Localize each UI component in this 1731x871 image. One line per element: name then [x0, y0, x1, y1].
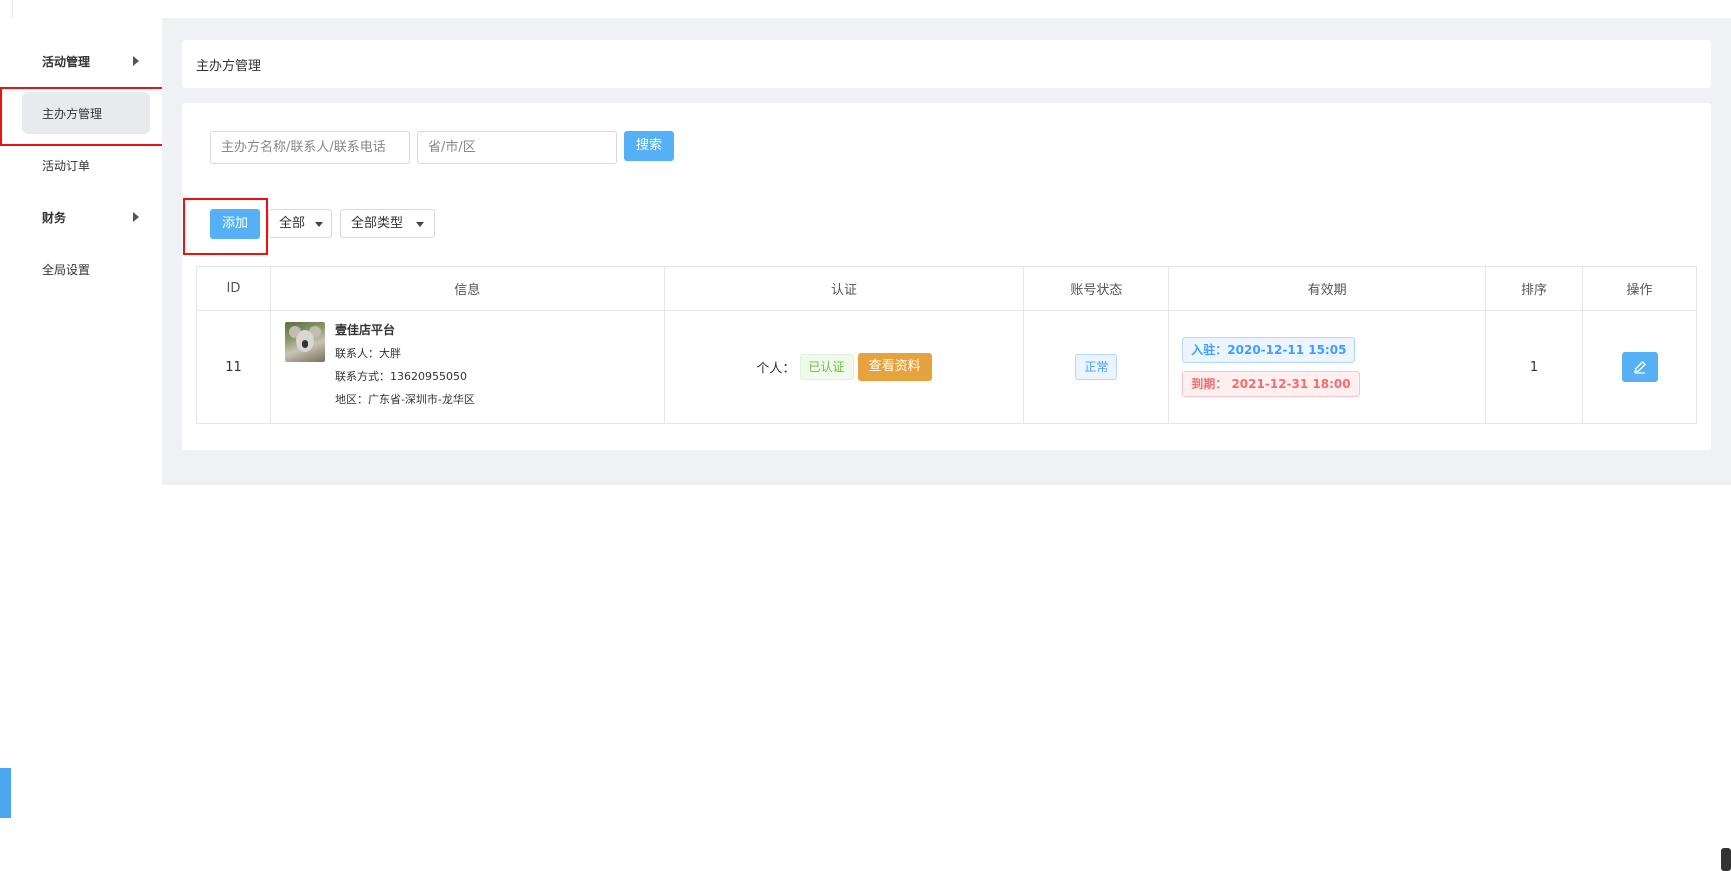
edit-button[interactable] — [1621, 352, 1658, 382]
column-header: ID — [196, 266, 271, 311]
caret-down-icon — [315, 222, 323, 227]
column-header: 账号状态 — [1023, 266, 1170, 311]
view-profile-button[interactable]: 查看资料 — [857, 353, 932, 381]
organizer-region: 地区：广东省-深圳市-龙华区 — [334, 393, 475, 406]
koala-avatar — [284, 322, 325, 362]
status-filter-value: 全部 — [279, 216, 306, 231]
cell-actions — [1582, 310, 1697, 424]
search-keyword-input[interactable]: 主办方名称/联系人/联系电话 — [210, 131, 410, 164]
header-card — [182, 40, 1711, 88]
search-button[interactable]: 搜索 — [624, 131, 674, 161]
highlight-box-add — [183, 198, 268, 255]
cert-type-label: 个人： — [756, 361, 796, 377]
table-row: 11 壹佳店平台 联系人：大胖 联系方式：13620955050 地区：广东省-… — [196, 310, 1697, 424]
region-input[interactable]: 省/市/区 — [417, 131, 617, 164]
page-title: 主办方管理 — [196, 59, 262, 74]
column-header: 信息 — [269, 266, 665, 311]
type-filter-value: 全部类型 — [351, 216, 404, 231]
status-filter-dropdown[interactable]: 全部 — [268, 209, 332, 238]
organizer-contact: 联系人：大胖 — [334, 347, 401, 360]
column-header: 有效期 — [1168, 266, 1487, 311]
sidebar-item-activity-management[interactable]: 活动管理 — [42, 53, 90, 70]
chevron-right-icon — [133, 212, 139, 222]
floating-side-tab[interactable] — [0, 768, 11, 818]
column-header: 排序 — [1485, 266, 1583, 311]
column-header: 认证 — [663, 266, 1025, 311]
organizer-name: 壹佳店平台 — [334, 323, 395, 337]
edit-icon — [1633, 361, 1646, 374]
caret-down-icon — [416, 222, 424, 227]
table-header-row: ID 信息 认证 账号状态 有效期 排序 操作 — [196, 266, 1697, 311]
highlight-box-sidebar — [0, 87, 183, 146]
chevron-right-icon — [133, 56, 139, 66]
cell-validity: 入驻：2020-12-11 15:05 到期： 2021-12-31 18:00 — [1168, 310, 1487, 424]
organizer-table: ID 信息 认证 账号状态 有效期 排序 操作 11 壹佳店平台 联系人：大胖 … — [196, 266, 1697, 424]
certified-badge: 已认证 — [799, 354, 854, 380]
cell-id: 11 — [196, 310, 271, 424]
sidebar-item-activity-orders[interactable]: 活动订单 — [42, 157, 90, 174]
expire-date-badge: 到期： 2021-12-31 18:00 — [1182, 371, 1360, 397]
join-date-badge: 入驻：2020-12-11 15:05 — [1182, 337, 1356, 363]
sidebar-item-finance[interactable]: 财务 — [42, 209, 66, 226]
top-bar — [12, 0, 1731, 18]
cell-certification: 个人： 已认证 查看资料 — [663, 310, 1025, 424]
column-header: 操作 — [1582, 266, 1697, 311]
sidebar-item-global-settings[interactable]: 全局设置 — [42, 261, 90, 278]
cell-account-status: 正常 — [1023, 310, 1170, 424]
status-badge: 正常 — [1075, 354, 1118, 380]
scrollbar-thumb[interactable] — [1721, 848, 1731, 871]
cell-info: 壹佳店平台 联系人：大胖 联系方式：13620955050 地区：广东省-深圳市… — [269, 310, 665, 424]
cell-sort: 1 — [1485, 310, 1583, 424]
type-filter-dropdown[interactable]: 全部类型 — [340, 209, 435, 238]
organizer-phone: 联系方式：13620955050 — [334, 370, 467, 383]
